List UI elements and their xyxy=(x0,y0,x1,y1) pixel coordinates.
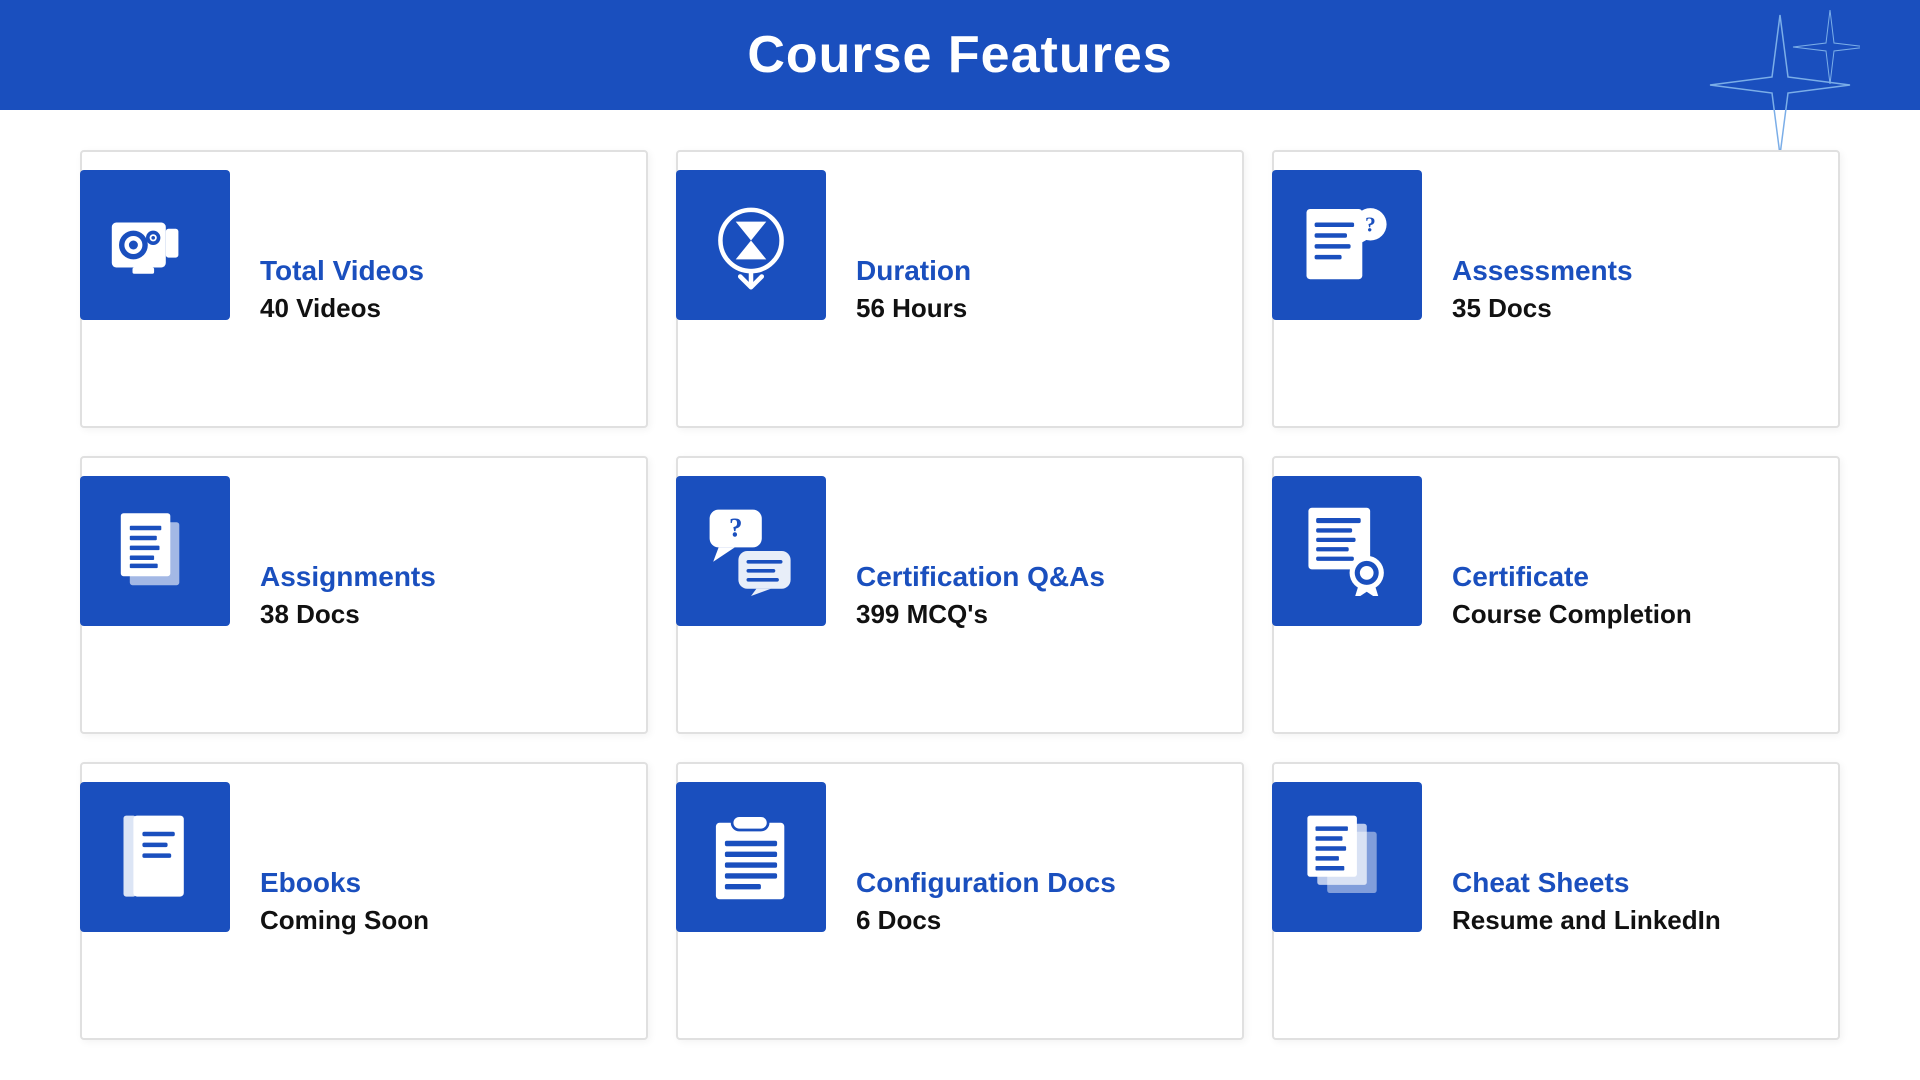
feature-card-certification-qas: ? Certification Q&As 399 MCQ's xyxy=(676,456,1244,734)
page-wrapper: Course Features xyxy=(0,0,1920,1080)
duration-title: Duration xyxy=(856,255,971,287)
certification-qas-text: Certification Q&As 399 MCQ's xyxy=(826,561,1105,630)
svg-text:?: ? xyxy=(729,513,743,543)
features-grid: Total Videos 40 Videos Duration 56 Hours xyxy=(0,110,1920,1080)
feature-card-total-videos: Total Videos 40 Videos xyxy=(80,150,648,428)
certificate-title: Certificate xyxy=(1452,561,1692,593)
qa-icon: ? xyxy=(706,506,796,596)
svg-text:?: ? xyxy=(1365,213,1376,237)
assessments-subtitle: 35 Docs xyxy=(1452,293,1633,324)
duration-text: Duration 56 Hours xyxy=(826,255,971,324)
video-icon xyxy=(110,200,200,290)
cheatsheet-icon xyxy=(1302,812,1392,902)
cheat-sheets-subtitle: Resume and LinkedIn xyxy=(1452,905,1721,936)
ebooks-title: Ebooks xyxy=(260,867,429,899)
duration-subtitle: 56 Hours xyxy=(856,293,971,324)
feature-card-duration: Duration 56 Hours xyxy=(676,150,1244,428)
star-decoration-icon xyxy=(1700,5,1860,165)
ebooks-text: Ebooks Coming Soon xyxy=(230,867,429,936)
duration-icon-box xyxy=(676,170,826,320)
page-header: Course Features xyxy=(0,0,1920,110)
feature-card-cheat-sheets: Cheat Sheets Resume and LinkedIn xyxy=(1272,762,1840,1040)
total-videos-title: Total Videos xyxy=(260,255,424,287)
feature-card-assessments: ? Assessments 35 Docs xyxy=(1272,150,1840,428)
assignments-title: Assignments xyxy=(260,561,436,593)
assessment-icon: ? xyxy=(1302,200,1392,290)
config-docs-icon-box xyxy=(676,782,826,932)
ebooks-icon-box xyxy=(80,782,230,932)
feature-card-assignments: Assignments 38 Docs xyxy=(80,456,648,734)
certificate-text: Certificate Course Completion xyxy=(1422,561,1692,630)
assessments-text: Assessments 35 Docs xyxy=(1422,255,1633,324)
assignments-subtitle: 38 Docs xyxy=(260,599,436,630)
config-icon xyxy=(706,812,796,902)
cheat-sheets-icon-box xyxy=(1272,782,1422,932)
assignment-icon xyxy=(110,506,200,596)
config-docs-title: Configuration Docs xyxy=(856,867,1116,899)
certification-qas-subtitle: 399 MCQ's xyxy=(856,599,1105,630)
assessments-title: Assessments xyxy=(1452,255,1633,287)
feature-card-ebooks: Ebooks Coming Soon xyxy=(80,762,648,1040)
assignments-icon-box xyxy=(80,476,230,626)
assessments-icon-box: ? xyxy=(1272,170,1422,320)
total-videos-subtitle: 40 Videos xyxy=(260,293,424,324)
config-docs-subtitle: 6 Docs xyxy=(856,905,1116,936)
config-docs-text: Configuration Docs 6 Docs xyxy=(826,867,1116,936)
certification-qas-title: Certification Q&As xyxy=(856,561,1105,593)
feature-card-config-docs: Configuration Docs 6 Docs xyxy=(676,762,1244,1040)
total-videos-icon-box xyxy=(80,170,230,320)
total-videos-text: Total Videos 40 Videos xyxy=(230,255,424,324)
cheat-sheets-text: Cheat Sheets Resume and LinkedIn xyxy=(1422,867,1721,936)
clock-icon xyxy=(706,200,796,290)
certificate-subtitle: Course Completion xyxy=(1452,599,1692,630)
certification-qas-icon-box: ? xyxy=(676,476,826,626)
cheat-sheets-title: Cheat Sheets xyxy=(1452,867,1721,899)
assignments-text: Assignments 38 Docs xyxy=(230,561,436,630)
feature-card-certificate: Certificate Course Completion xyxy=(1272,456,1840,734)
ebook-icon xyxy=(110,812,200,902)
certificate-icon xyxy=(1302,506,1392,596)
page-title: Course Features xyxy=(747,25,1172,85)
ebooks-subtitle: Coming Soon xyxy=(260,905,429,936)
certificate-icon-box xyxy=(1272,476,1422,626)
